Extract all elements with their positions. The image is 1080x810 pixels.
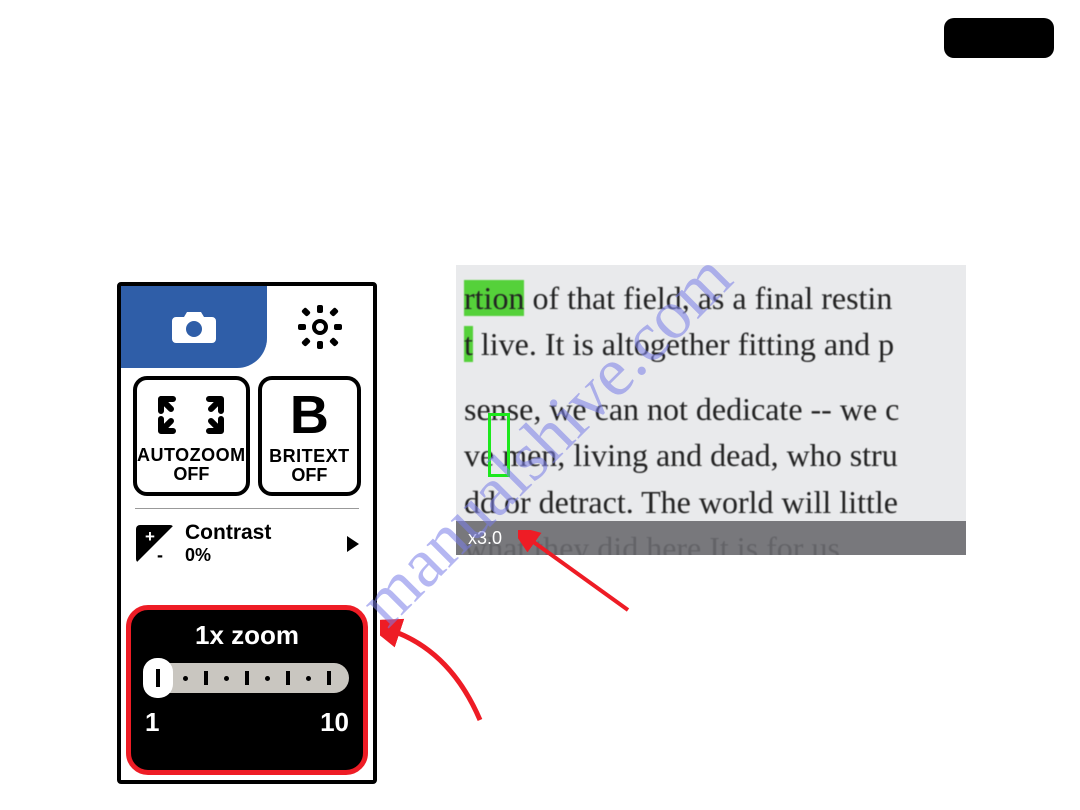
zoom-min: 1: [145, 707, 159, 738]
contrast-text: Contrast 0%: [185, 521, 337, 566]
contrast-row[interactable]: + - Contrast 0%: [121, 511, 373, 574]
zoom-max: 10: [320, 707, 349, 738]
feature-row: AUTOZOOM OFF B BRITEXT OFF: [121, 368, 373, 506]
bold-b-icon: B: [290, 388, 329, 442]
divider: [135, 508, 359, 509]
zoom-slider-thumb[interactable]: [143, 658, 173, 698]
svg-text:+: +: [145, 527, 155, 546]
gear-icon: [298, 305, 342, 349]
annotation-arrow-curved: [380, 610, 490, 740]
svg-text:-: -: [157, 545, 163, 564]
contrast-label: Contrast: [185, 521, 337, 545]
preview-text: rtion of that field, as a final restin t…: [456, 265, 966, 555]
expand-icon: [157, 389, 225, 441]
autozoom-title: AUTOZOOM: [137, 445, 246, 466]
camera-icon: [170, 307, 218, 345]
autozoom-button[interactable]: AUTOZOOM OFF: [133, 376, 250, 496]
contrast-icon: + -: [135, 524, 175, 564]
camera-button[interactable]: [121, 286, 267, 368]
contrast-value: 0%: [185, 545, 337, 566]
preview-pane: rtion of that field, as a final restin t…: [456, 265, 966, 555]
britext-title: BRITEXT: [269, 446, 350, 467]
control-panel: AUTOZOOM OFF B BRITEXT OFF + - Contrast …: [117, 282, 377, 784]
zoom-panel: 1x zoom 1 10: [126, 605, 368, 775]
britext-button[interactable]: B BRITEXT OFF: [258, 376, 361, 496]
britext-state: OFF: [291, 465, 327, 486]
autozoom-state: OFF: [173, 464, 209, 485]
header-black-pill: [944, 18, 1054, 58]
focus-box: [488, 413, 510, 477]
zoom-slider[interactable]: [145, 663, 349, 693]
settings-button[interactable]: [267, 286, 373, 368]
zoom-title: 1x zoom: [195, 620, 299, 651]
annotation-arrow-straight: [518, 530, 638, 620]
panel-top-row: [121, 286, 373, 368]
chevron-right-icon: [347, 536, 359, 552]
zoom-limits: 1 10: [145, 707, 349, 738]
preview-zoom-label: x3.0: [468, 528, 502, 549]
